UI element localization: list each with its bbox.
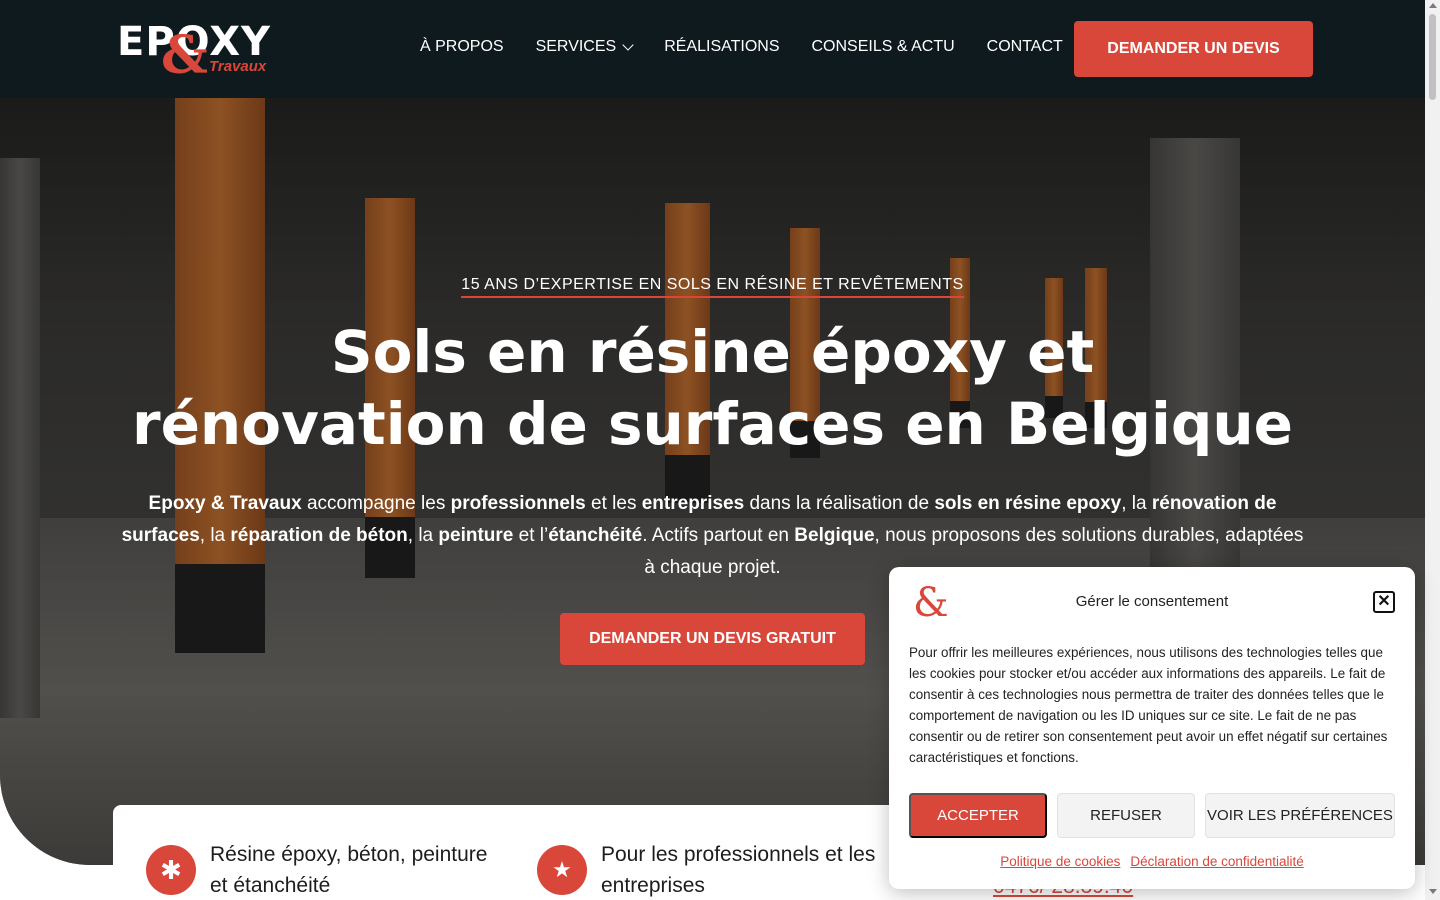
hero-text-segment: dans la réalisation de (744, 493, 935, 514)
nav-label: CONSEILS & ACTU (811, 38, 955, 55)
accept-button[interactable]: ACCEPTER (909, 793, 1047, 838)
hero-text-emphasis: Epoxy & Travaux (148, 493, 302, 514)
nav-label: CONTACT (986, 38, 1063, 55)
hero-text-segment: . Actifs partout en (642, 525, 795, 546)
request-quote-button[interactable]: DEMANDER UN DEVIS (1074, 21, 1313, 77)
hero-text-emphasis: entreprises (641, 493, 745, 514)
consent-links: Politique de cookies Déclaration de conf… (889, 854, 1415, 869)
nav-label: RÉALISATIONS (664, 38, 780, 55)
feature-text: Pour les professionnels et les entrepris… (601, 843, 876, 897)
feature-text: Résine époxy, béton, peinture et étanché… (210, 843, 488, 897)
hero-text-emphasis: professionnels (450, 493, 586, 514)
star-icon: ★ (537, 845, 587, 895)
hero-text-segment: , la (1121, 493, 1152, 514)
hero-text-segment: , la (407, 525, 439, 546)
asterisk-icon: ✱ (146, 845, 196, 895)
consent-body: Pour offrir les meilleures expériences, … (909, 645, 1388, 765)
nav-item-services[interactable]: SERVICES (535, 38, 634, 56)
hero-text-emphasis: réparation de béton (230, 525, 408, 546)
consent-title: Gérer le consentement (1075, 593, 1229, 610)
eyebrow-text: 15 ANS D’EXPERTISE EN SOLS EN RÉSINE ET … (461, 276, 964, 298)
nav-label: À PROPOS (420, 38, 504, 55)
hero-text-emphasis: sols en résine epoxy (934, 493, 1122, 514)
main-nav: À PROPOS SERVICES RÉALISATIONS CONSEILS … (420, 38, 1063, 56)
feature-item: ★ Pour les professionnels et les entrepr… (537, 839, 897, 900)
scrollbar-thumb[interactable] (1429, 14, 1436, 100)
nav-item-a-propos[interactable]: À PROPOS (420, 38, 504, 56)
page-scrollbar[interactable] (1425, 0, 1440, 900)
cookie-policy-link[interactable]: Politique de cookies (1000, 854, 1120, 869)
close-icon[interactable]: ✕ (1373, 591, 1395, 613)
hero-title-line-1: Sols en résine époxy et (330, 318, 1095, 386)
cookie-consent-dialog: & Gérer le consentement ✕ Pour offrir le… (889, 567, 1415, 889)
hero-text-segment: accompagne les (301, 493, 451, 514)
scroll-up-arrow-icon[interactable] (1429, 3, 1437, 8)
hero-text-emphasis: peinture (438, 525, 514, 546)
site-header: EPOXY & Travaux À PROPOS SERVICES RÉALIS… (0, 0, 1425, 98)
privacy-statement-link[interactable]: Déclaration de confidentialité (1130, 854, 1303, 869)
hero-text-segment: et l’ (513, 525, 549, 546)
hero-title: Sols en résine époxy et rénovation de su… (0, 316, 1425, 460)
refuse-button[interactable]: REFUSER (1057, 793, 1195, 838)
hero-eyebrow: 15 ANS D’EXPERTISE EN SOLS EN RÉSINE ET … (0, 276, 1425, 298)
logo-ampersand: & (161, 25, 208, 86)
chevron-down-icon (622, 39, 634, 51)
nav-item-realisations[interactable]: RÉALISATIONS (664, 38, 779, 56)
hero-title-line-2: rénovation de surfaces en Belgique (131, 390, 1294, 458)
request-free-quote-button[interactable]: DEMANDER UN DEVIS GRATUIT (560, 613, 865, 665)
logo-subtitle: Travaux (209, 58, 267, 75)
nav-item-conseils-actu[interactable]: CONSEILS & ACTU (812, 38, 955, 56)
hero-text-segment: et les (585, 493, 642, 514)
feature-item: ✱ Résine époxy, béton, peinture et étanc… (146, 839, 506, 900)
scroll-down-arrow-icon[interactable] (1429, 889, 1437, 894)
nav-label: SERVICES (535, 38, 617, 55)
nav-item-contact[interactable]: CONTACT (987, 38, 1063, 56)
hero-text-segment: , la (199, 525, 231, 546)
hero-text-emphasis: Belgique (794, 525, 875, 546)
hero-text-emphasis: étanchéité (548, 525, 643, 546)
view-preferences-button[interactable]: VOIR LES PRÉFÉRENCES (1205, 793, 1395, 838)
site-logo[interactable]: EPOXY & Travaux (117, 20, 279, 86)
